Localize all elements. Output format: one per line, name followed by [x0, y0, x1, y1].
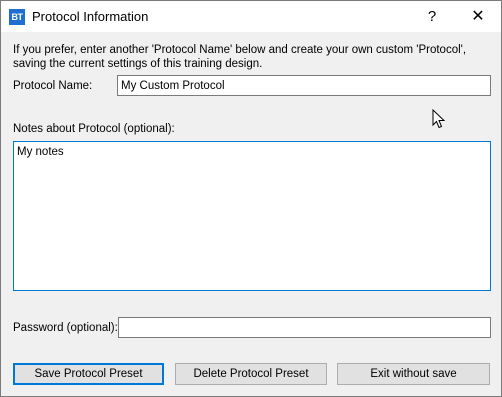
delete-protocol-preset-button[interactable]: Delete Protocol Preset [175, 363, 327, 385]
protocol-name-input[interactable] [117, 75, 491, 96]
protocol-information-dialog: BT Protocol Information ? ✕ If you prefe… [0, 0, 502, 397]
save-protocol-preset-button[interactable]: Save Protocol Preset [13, 363, 164, 385]
intro-text: If you prefer, enter another 'Protocol N… [13, 44, 467, 70]
password-label: Password (optional): [13, 322, 118, 334]
notes-label: Notes about Protocol (optional): [13, 123, 175, 135]
notes-textarea[interactable]: My notes [13, 141, 491, 291]
protocol-name-label: Protocol Name: [13, 80, 93, 92]
mouse-pointer-icon [432, 109, 446, 129]
exit-without-save-button[interactable]: Exit without save [337, 363, 490, 385]
title-bar: BT Protocol Information ? ✕ [1, 1, 501, 32]
help-button[interactable]: ? [409, 1, 455, 32]
close-button[interactable]: ✕ [455, 1, 501, 32]
window-title: Protocol Information [32, 9, 149, 24]
password-input[interactable] [118, 317, 491, 338]
app-logo-icon: BT [9, 9, 25, 25]
